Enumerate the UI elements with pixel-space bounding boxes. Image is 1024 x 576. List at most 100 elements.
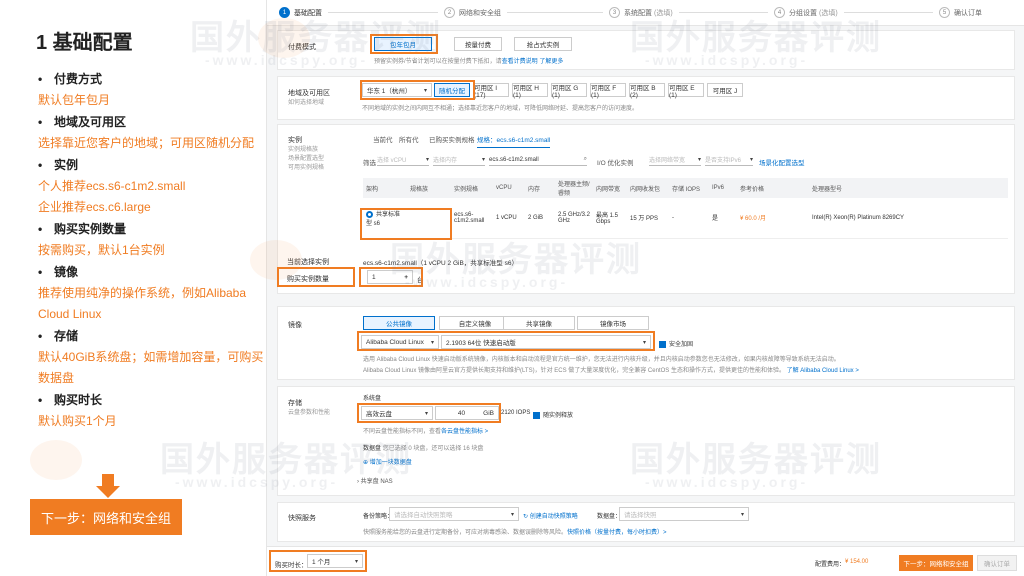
billing-option-payg[interactable]: 按量付费 [454,37,502,51]
zone-option[interactable]: 可用区 G (1) [551,83,587,99]
next-step-callout: 下一步：网络和安全组 [30,499,182,535]
zone-option[interactable]: 可用区 I (17) [473,83,509,99]
annotation-description: 个人推荐ecs.s6-c1m2.small [38,179,186,193]
io-optimized-label: I/O 优化实例 [597,160,634,167]
zone-option[interactable]: 可用区 E (1) [668,83,704,99]
step-number: 5 [939,7,950,18]
selected-instance-label: 当前选择实例 [287,259,329,266]
annotation-list: • 付费方式默认包年包月 • 地域及可用区选择靠近您客户的地域；可用区随机分配 • 实例个… [38,68,264,432]
table-row[interactable]: 共享标准型 s6 ecs.s6-c1m2.small 1 vCPU 2 GiB … [363,198,1008,239]
instance-row-highlight [360,208,452,240]
image-note-2: Alibaba Cloud Linux 镜像由阿里云官方提供长期支持和维护(LT… [363,368,859,374]
annotation-heading: • 镜像 [38,265,79,279]
system-disk-label: 系统盘 [363,396,382,402]
image-label: 镜像 [288,322,302,329]
billing-highlight [370,34,438,54]
cost-label: 配置费用： [815,562,846,568]
snapshot-data-select[interactable]: 请选择快照 ▾ [619,507,749,521]
instance-spec-table: 架构 规格族 实例规格 vCPU 内存 处理器主频/睿频 内网带宽 内网收发包 存储 IOPS I… [363,178,1008,239]
image-tab-shared[interactable]: 共享镜像 [503,316,575,330]
step-1: 1 基础配置 [279,7,444,18]
column-header: 内网收发包 [627,178,669,198]
region-card: 地域及可用区 如何选择地域 华东 1（杭州） ▾ 随机分配 可用区 I (17) 可用… [277,76,1015,120]
column-header: 参考价格 [737,178,809,198]
column-header: vCPU [493,178,525,198]
billing-label: 付费模式 [288,44,316,51]
annotation-description: 按需购买，默认1台实例 [38,243,165,257]
column-header: IPv6 [709,178,737,198]
zone-option[interactable]: 可用区 H (1) [512,83,548,99]
column-header: 内网带宽 [593,178,627,198]
add-data-disk-button[interactable]: ⊕ 增加一块数据盘 [363,457,412,466]
annotation-heading: • 付费方式 [38,72,103,86]
annotation-heading: • 地域及可用区 [38,115,127,129]
annotation-heading: • 购买实例数量 [38,222,127,236]
image-highlight [357,331,655,351]
zone-option[interactable]: 可用区 B (2) [629,83,665,99]
create-snapshot-policy-link[interactable]: ↻ 创建自动快照策略 [523,511,578,520]
step-bar: 1 基础配置 2 网络和安全组 3 系统配置 (选填) 4 分组设置 (选填) 5 确认订单 [267,0,1024,26]
confirm-order-button[interactable]: 确认订单 [977,555,1017,571]
instance-sublabel-2: 场景配置选型 [288,156,325,162]
backup-policy-select[interactable]: 请选择自动快照策略 ▾ [389,507,519,521]
image-tab-custom[interactable]: 自定义镜像 [439,316,511,330]
duration-highlight [269,550,367,572]
image-tab-market[interactable]: 镜像市场 [577,316,649,330]
snapshot-label: 快照服务 [288,515,316,522]
down-arrow-icon [96,474,120,500]
zone-option[interactable]: 可用区 J [707,83,743,97]
region-label: 地域及可用区 [288,90,330,97]
bandwidth-filter[interactable]: 选择网络带宽 ▾ [649,154,701,166]
annotation-heading: • 实例 [38,158,79,172]
snapshot-data-disk-label: 数据盘： [597,514,622,520]
step-number: 1 [279,7,290,18]
annotation-heading: • 存储 [38,329,79,343]
annotation-description: 选择靠近您客户的地域；可用区随机分配 [38,136,255,150]
storage-label: 存储 [288,400,302,407]
column-header: 处理器型号 [809,178,1008,198]
column-header: 内存 [525,178,555,198]
image-tab-public[interactable]: 公共镜像 [363,316,435,330]
billing-note: 预留实例券/节省计划可以在按量付费下抵扣，请查看计费说明 了解更多 [374,59,564,65]
tab-current-gen[interactable]: 当前代 [373,134,393,144]
security-hardening-checkbox[interactable]: 安全加固 [659,339,693,348]
release-with-instance-checkbox[interactable]: 随实例释放 [533,410,573,419]
count-label-highlight [277,267,355,287]
annotation-panel: 1 基础配置 • 付费方式 默认包年包月 • 地域及可用区 选择靠近您客户的地域；可用区随… [0,0,266,576]
memory-filter[interactable]: 选择内存 ▾ [433,154,485,166]
column-header: 实例规格 [451,178,493,198]
vcpu-filter[interactable]: 选择 vCPU ▾ [377,154,429,166]
region-note: 不同地域的实例之间内网互不相通；选择靠近您客户的地域，可降低网络时延、提高您客户… [362,106,639,112]
step-label: 确认订单 [954,9,982,17]
tab-spec-filter[interactable]: 规格：ecs.s6-c1m2.small [477,134,551,148]
step-label: 系统配置 [624,9,652,17]
step-number: 3 [609,7,620,18]
step-label: 分组设置 [789,9,817,17]
snapshot-note: 快照服务能给您的云盘进行定期备份，可应对病毒感染、数据误删除等风险。快照价格（按… [363,530,667,536]
step-4: 4 分组设置 (选填) [774,7,939,18]
tab-purchased[interactable]: 已购买实例规格 [429,134,475,144]
bottom-bar: 购买时长： 1 个月 ▾ 配置费用： ¥ 154.00 下一步：网络和安全组 确认… [267,546,1024,576]
search-icon[interactable]: ⌕ [584,156,587,163]
step-3: 3 系统配置 (选填) [609,7,774,18]
column-header: 架构 [363,178,407,198]
billing-option-spot[interactable]: 抢占式实例 [514,37,572,51]
ipv6-filter[interactable]: 是否支持IPv6 ▾ [705,154,753,166]
image-note-1: 选用 Alibaba Cloud Linux 快速启动版系统镜像，内核版本和启动… [363,357,840,363]
spec-search-input[interactable]: ecs.s6-c1m2.small ⌕ [489,154,587,166]
tab-all-gen[interactable]: 所有代 [399,134,419,144]
next-step-button[interactable]: 下一步：网络和安全组 [899,555,973,571]
scene-config-link[interactable]: 场景化配置选型 [759,157,805,167]
column-header: 处理器主频/睿频 [555,178,593,198]
region-sublabel: 如何选择地域 [288,100,325,106]
zone-option[interactable]: 可用区 F (1) [590,83,626,99]
data-disk-label: 数据盘 您已选择 0 块盘，还可以选择 16 块盘 [363,446,484,452]
storage-note: 不同云盘性能指标不同，查看各云盘性能指标 > [363,429,489,435]
annotation-description: 推荐使用纯净的操作系统，例如Alibaba Cloud Linux [38,286,247,321]
instance-sublabel-1: 实例规格族 [288,147,319,153]
annotation-description: 默认包年包月 [38,93,111,107]
region-highlight [360,80,475,100]
nas-toggle[interactable]: › 共享盘 NAS [357,476,393,485]
step-number: 4 [774,7,785,18]
step-label: 网络和安全组 [459,9,501,17]
